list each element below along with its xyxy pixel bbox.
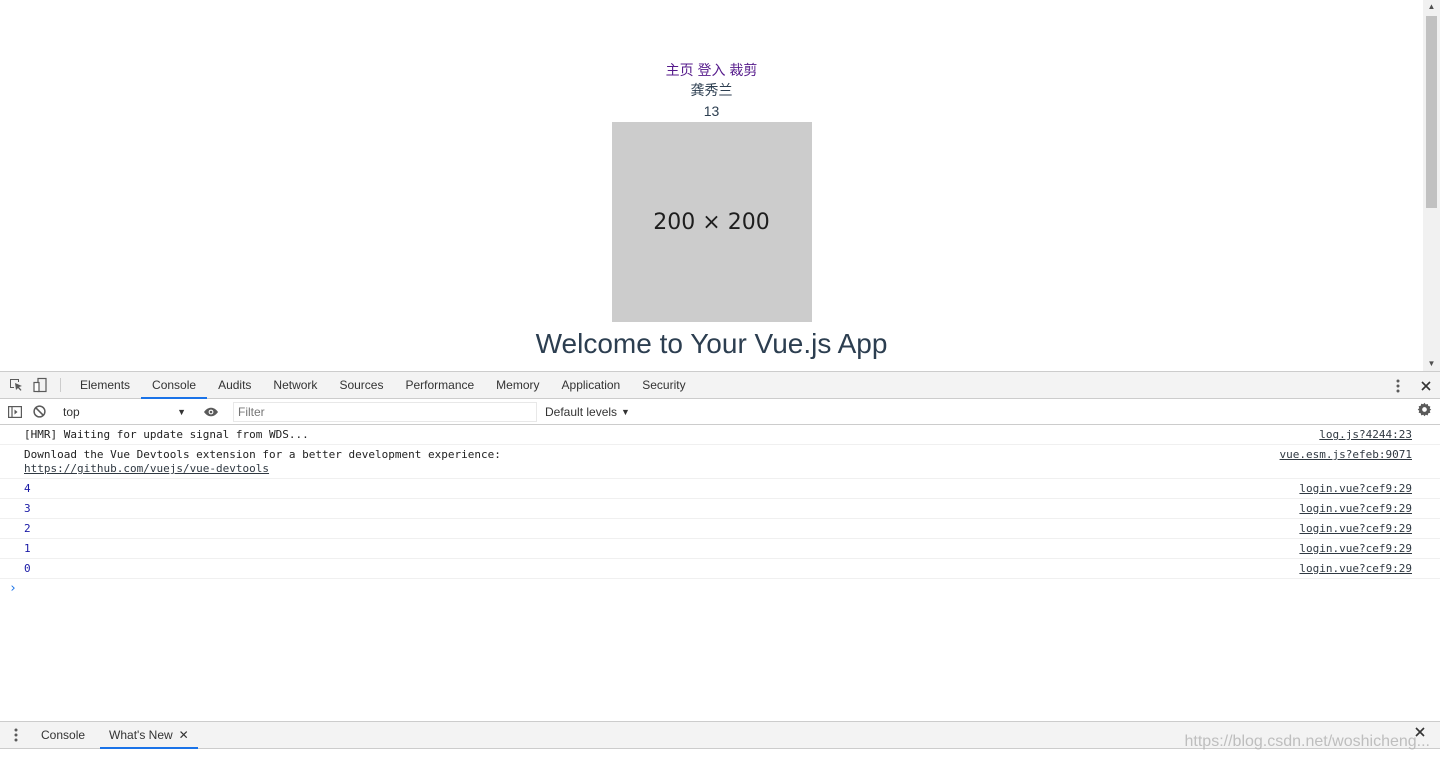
console-message-text: 4 <box>24 482 31 495</box>
show-sidebar-icon[interactable] <box>3 405 27 418</box>
console-source-link[interactable]: login.vue?cef9:29 <box>1299 542 1412 556</box>
devtools-tabbar: Elements Console Audits Network Sources … <box>0 371 1440 399</box>
console-message-text: 3 <box>24 502 31 515</box>
scroll-down-arrow-icon[interactable]: ▼ <box>1423 357 1440 371</box>
console-message-text: 1 <box>24 542 31 555</box>
console-message-text: 2 <box>24 522 31 535</box>
console-message-text: Download the Vue Devtools extension for … <box>24 448 501 461</box>
drawer-menu-icon[interactable] <box>4 722 28 748</box>
tab-elements[interactable]: Elements <box>69 372 141 398</box>
tab-console[interactable]: Console <box>141 372 208 399</box>
context-selector-value: top <box>63 404 80 419</box>
page-scrollbar[interactable]: ▲ ▼ <box>1423 0 1440 371</box>
devtools-panel: Elements Console Audits Network Sources … <box>0 371 1440 757</box>
log-levels-label: Default levels <box>545 404 618 419</box>
tab-application[interactable]: Application <box>551 372 632 398</box>
drawer-tab-label: What's New <box>109 728 173 742</box>
console-source-link[interactable]: login.vue?cef9:29 <box>1299 522 1412 536</box>
tabbar-right-controls <box>1375 372 1440 399</box>
console-prompt[interactable]: › <box>0 579 1440 597</box>
nav-link-crop[interactable]: 裁剪 <box>729 62 757 78</box>
drawer-tab-whats-new[interactable]: What's New ✕ <box>100 722 198 749</box>
placeholder-image: 200 × 200 <box>611 122 812 322</box>
console-messages: [HMR] Waiting for update signal from WDS… <box>0 425 1440 597</box>
tab-memory[interactable]: Memory <box>485 372 550 398</box>
vue-app: 主页 登入 裁剪 龚秀兰 13 200 × 200 Welcome to You… <box>0 60 1423 364</box>
tab-network[interactable]: Network <box>262 372 328 398</box>
console-source-link[interactable]: vue.esm.js?efeb:9071 <box>1280 448 1412 462</box>
inspect-element-icon[interactable] <box>4 372 28 398</box>
chevron-down-icon: ▼ <box>177 406 186 417</box>
welcome-heading: Welcome to Your Vue.js App <box>535 328 888 359</box>
console-message: 1 login.vue?cef9:29 <box>0 539 1440 559</box>
placeholder-label: 200 × 200 <box>653 209 770 235</box>
console-toolbar: top ▼ Default levels ▼ <box>0 399 1440 425</box>
tab-performance[interactable]: Performance <box>394 372 485 398</box>
log-levels-dropdown[interactable]: Default levels ▼ <box>545 405 630 419</box>
nav-link-home[interactable]: 主页 <box>666 62 694 78</box>
close-devtools-icon[interactable] <box>1412 380 1440 391</box>
tab-security[interactable]: Security <box>631 372 696 398</box>
device-toolbar-icon[interactable] <box>28 372 52 398</box>
vue-devtools-link[interactable]: https://github.com/vuejs/vue-devtools <box>24 462 269 475</box>
console-message: 0 login.vue?cef9:29 <box>0 559 1440 579</box>
console-message-text: [HMR] Waiting for update signal from WDS… <box>24 428 309 441</box>
console-source-link[interactable]: login.vue?cef9:29 <box>1299 562 1412 576</box>
scrollbar-thumb[interactable] <box>1426 16 1437 208</box>
drawer-tab-console[interactable]: Console <box>32 722 94 748</box>
tab-sources[interactable]: Sources <box>328 372 394 398</box>
clear-console-icon[interactable] <box>27 405 51 418</box>
close-tab-icon[interactable]: ✕ <box>179 728 189 742</box>
context-selector[interactable]: top ▼ <box>54 402 192 422</box>
eye-icon[interactable] <box>193 407 229 417</box>
watermark-text: https://blog.csdn.net/woshicheng... <box>1184 733 1430 750</box>
nav-link-login[interactable]: 登入 <box>698 62 726 78</box>
console-message: [HMR] Waiting for update signal from WDS… <box>0 425 1440 445</box>
scroll-up-arrow-icon[interactable]: ▲ <box>1423 0 1440 14</box>
console-message: 2 login.vue?cef9:29 <box>0 519 1440 539</box>
tabbar-separator <box>60 378 61 392</box>
console-filter-input[interactable] <box>233 401 537 422</box>
console-message: 3 login.vue?cef9:29 <box>0 499 1440 519</box>
nav-links: 主页 登入 裁剪 <box>0 60 1423 80</box>
page-viewport: 主页 登入 裁剪 龚秀兰 13 200 × 200 Welcome to You… <box>0 0 1440 371</box>
console-source-link[interactable]: log.js?4244:23 <box>1319 428 1412 442</box>
console-settings-gear-icon[interactable] <box>1412 402 1436 417</box>
console-source-link[interactable]: login.vue?cef9:29 <box>1299 482 1412 496</box>
chevron-down-icon: ▼ <box>621 406 630 417</box>
console-source-link[interactable]: login.vue?cef9:29 <box>1299 502 1412 516</box>
console-message: Download the Vue Devtools extension for … <box>0 445 1440 479</box>
console-message-text: 0 <box>24 562 31 575</box>
more-options-icon[interactable] <box>1384 379 1412 393</box>
console-message: 4 login.vue?cef9:29 <box>0 479 1440 499</box>
prompt-chevron-icon: › <box>9 581 17 596</box>
count-value: 13 <box>703 103 720 119</box>
tab-audits[interactable]: Audits <box>207 372 262 398</box>
user-name: 龚秀兰 <box>690 82 733 98</box>
